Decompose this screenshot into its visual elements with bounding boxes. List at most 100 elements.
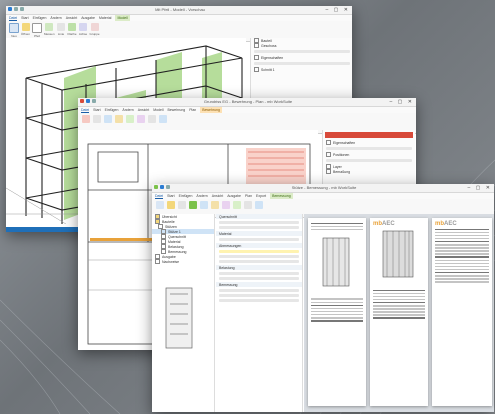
output-page-2[interactable]: mbAEC [370,218,428,406]
panel-field[interactable] [254,50,350,53]
text-line [435,271,489,274]
ribbon-button[interactable] [155,201,164,215]
form-field[interactable] [219,272,299,275]
ribbon-button[interactable] [158,115,167,131]
ribbon-button-achse[interactable]: Achse [79,23,88,39]
tab-context-bewehrung[interactable]: Bewehrung [200,107,222,113]
checkbox-icon [326,169,331,174]
ribbon-button[interactable] [221,201,230,215]
panel-row-positionen[interactable]: Positionen [323,152,415,157]
tab-einfuegen[interactable]: Einfügen [105,107,119,113]
ribbon-button[interactable] [243,201,252,215]
ribbon-button[interactable] [166,201,175,215]
app-icon[interactable] [154,185,158,189]
ribbon-button[interactable] [199,201,208,215]
tab-modell[interactable]: Modell [153,107,163,113]
panel-field[interactable] [254,62,350,65]
undo-icon[interactable] [92,99,96,103]
tab-material[interactable]: Material [99,15,111,21]
tab-context-bemessung[interactable]: Bemessung [270,193,293,199]
ribbon-button[interactable] [232,201,241,215]
ribbon-button[interactable] [136,115,145,131]
tab-aendern[interactable]: Ändern [122,107,133,113]
form-section-abmessungen[interactable]: Abmessungen [216,243,302,248]
tab-ansicht[interactable]: Ansicht [66,15,77,21]
tab-einfuegen[interactable]: Einfügen [179,193,193,199]
tab-datei[interactable]: Datei [9,15,18,21]
tab-datei[interactable]: Datei [155,193,164,199]
panel-field[interactable] [326,159,412,162]
ribbon-button-gruppe[interactable]: Gruppe [90,23,100,39]
tab-bewehrung[interactable]: Bewehrung [168,107,186,113]
form-field[interactable] [219,255,299,258]
tab-einfuegen[interactable]: Einfügen [33,15,47,21]
ribbon-button-messen[interactable]: Messen [44,23,55,39]
ribbon-button[interactable] [114,115,123,131]
ribbon-button[interactable] [147,115,156,131]
panel-field[interactable] [326,147,412,150]
form-section-material[interactable]: Material [216,231,302,236]
panel-row-geschoss[interactable]: Geschoss [251,43,352,48]
ribbon-button[interactable] [92,115,101,131]
form-section-belastung[interactable]: Belastung [216,265,302,270]
tab-plan[interactable]: Plan [245,193,252,199]
logo-text: mb [435,221,444,227]
tab-start[interactable]: Start [93,107,100,113]
output-page-1[interactable] [308,218,366,406]
tab-start[interactable]: Start [21,15,28,21]
ribbon-button-neu[interactable]: Neu [9,23,19,39]
panel-row-schnitt[interactable]: Schnitt 1 [251,67,352,72]
text-line [311,320,363,322]
form-field[interactable] [219,299,299,302]
form-section-querschnitt[interactable]: Querschnitt [216,214,302,219]
form-section-bemessung[interactable]: Bemessung [216,282,302,287]
save-icon[interactable] [8,7,12,11]
tree-item[interactable]: Nachweise [152,259,214,264]
tab-aendern[interactable]: Ändern [50,15,61,21]
ribbon-button[interactable] [125,115,134,131]
window-controls[interactable]: – ▢ ✕ [468,184,492,192]
ribbon-button-flaeche[interactable]: Fläche [68,23,77,39]
tree-label: Belastung [168,244,184,249]
ribbon-button-linie[interactable]: Linie [57,23,66,39]
panel-row-eigenschaften[interactable]: Eigenschaften [323,140,415,145]
tab-ansicht[interactable]: Ansicht [212,193,223,199]
ribbon-button-pfeil[interactable]: Pfeil [32,23,42,39]
ribbon-button-oeffnen[interactable]: Öffnen [21,23,30,39]
form-field[interactable] [219,238,299,241]
tab-start[interactable]: Start [167,193,174,199]
save-icon[interactable] [160,185,164,189]
ribbon-button[interactable] [210,201,219,215]
ribbon-button[interactable] [177,201,186,215]
redo-icon[interactable] [20,7,24,11]
window-controls[interactable]: – ▢ ✕ [390,98,414,106]
tab-context-modell[interactable]: Modell [115,15,130,21]
tab-plan[interactable]: Plan [189,107,196,113]
ribbon-button[interactable] [81,115,90,131]
form-field-active[interactable] [219,250,299,253]
form-field[interactable] [219,289,299,292]
form-field[interactable] [219,294,299,297]
window-controls[interactable]: – ▢ ✕ [326,6,350,14]
tab-ansicht[interactable]: Ansicht [138,107,149,113]
ribbon-button[interactable] [254,201,263,215]
tab-aendern[interactable]: Ändern [196,193,207,199]
panel-row-eigenschaften[interactable]: Eigenschaften [251,55,352,60]
tab-export[interactable]: Export [256,193,266,199]
tab-ausgabe[interactable]: Ausgabe [227,193,241,199]
form-field[interactable] [219,221,299,224]
output-page-3[interactable]: mbAEC [432,218,492,406]
ribbon-button[interactable] [188,201,197,215]
form-field[interactable] [219,277,299,280]
app-icon[interactable] [80,99,84,103]
tab-datei[interactable]: Datei [81,107,90,113]
save-icon[interactable] [86,99,90,103]
ribbon-button[interactable] [103,115,112,131]
form-field[interactable] [219,260,299,263]
tab-ausgabe[interactable]: Ausgabe [81,15,95,21]
ribbon-label: Messen [44,32,55,36]
undo-icon[interactable] [14,7,18,11]
undo-icon[interactable] [166,185,170,189]
form-field[interactable] [219,226,299,229]
panel-row-bemassung[interactable]: Bemaßung [323,169,415,174]
